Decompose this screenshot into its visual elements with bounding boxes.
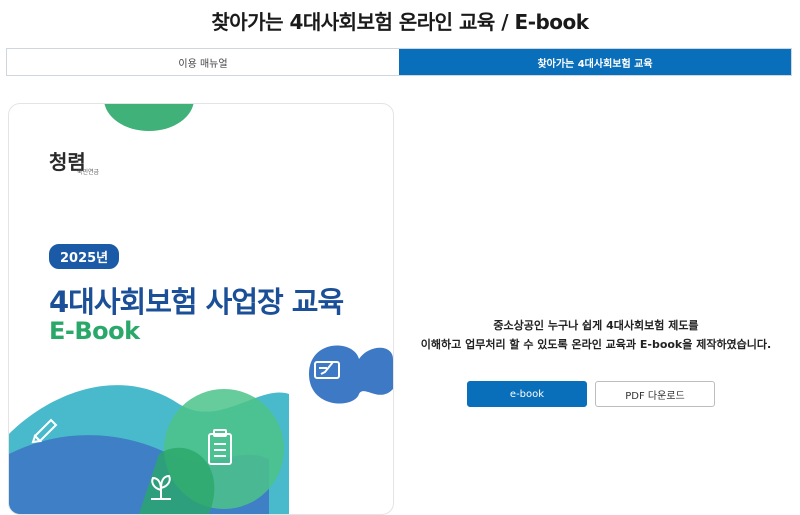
year-badge: 2025년 (49, 244, 120, 269)
tab-onsite-education[interactable]: 찾아가는 4대사회보험 교육 (399, 49, 791, 75)
page-title: 찾아가는 4대사회보험 온라인 교육 / E-book (211, 10, 589, 34)
intro-line-1: 중소상공인 누구나 쉽게 4대사회보험 제도를 (493, 319, 699, 332)
brand-logo-subtext: 국민연금 (77, 169, 100, 176)
cover-title: 4대사회보험 사업장 교육 (49, 285, 344, 319)
pdf-download-button[interactable]: PDF 다운로드 (595, 381, 715, 407)
intro-line-2: 이해하고 업무처리 할 수 있도록 온라인 교육과 E-book을 제작하였습니… (420, 338, 772, 351)
cover-subtitle: E-Book (49, 317, 140, 345)
ebook-button[interactable]: e-book (467, 381, 587, 407)
ebook-cover-image: 청렴 국민연금 2025년 4대사회보험 사업장 교육 E-Book (8, 103, 394, 515)
tab-bar: 이용 매뉴얼 찾아가는 4대사회보험 교육 (6, 48, 792, 76)
tab-user-manual[interactable]: 이용 매뉴얼 (7, 49, 399, 75)
intro-description: 중소상공인 누구나 쉽게 4대사회보험 제도를 이해하고 업무처리 할 수 있도… (400, 316, 792, 354)
